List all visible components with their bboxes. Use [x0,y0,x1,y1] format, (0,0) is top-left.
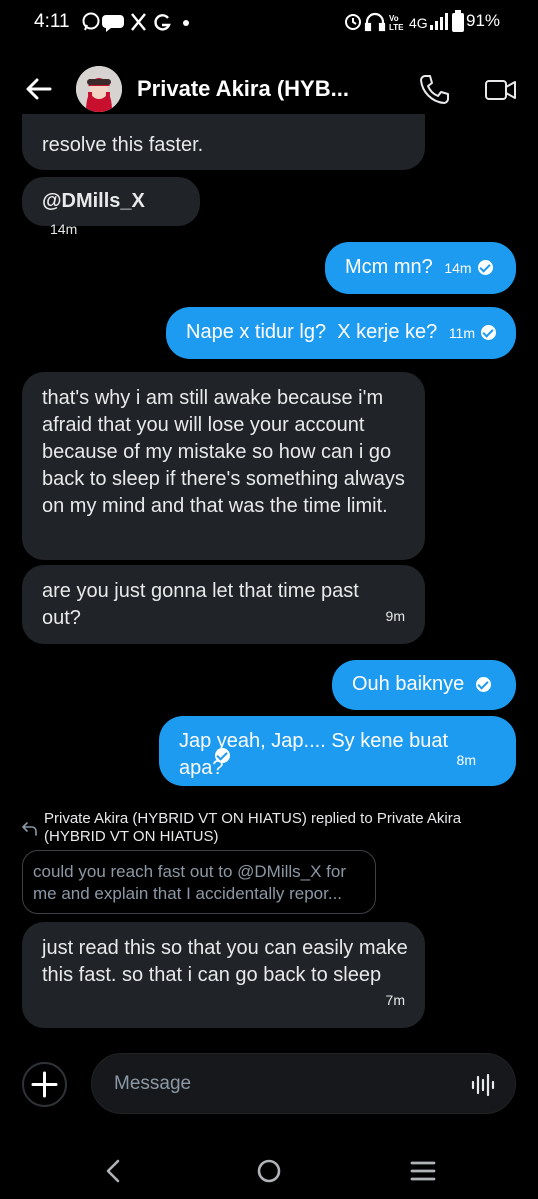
quoted-text: could you reach fast out to @DMills_X fo… [33,862,347,903]
google-icon [154,14,171,31]
volte-icon: Vo [389,14,399,23]
reply-arrow-icon [22,820,38,841]
conversation-title[interactable]: Private Akira (HYB... [137,76,349,102]
read-check-icon [477,260,493,275]
phone-icon [420,75,449,104]
message-time: 9m [385,608,405,624]
message-bubble-received[interactable]: that's why i am still awake because i'm … [22,372,425,560]
status-left-icons [82,11,192,38]
message-text: that's why i am still awake because i'm … [42,387,405,517]
dot-icon [183,20,189,26]
voice-message-button[interactable] [470,1072,496,1098]
read-check-icon [481,325,497,340]
message-time: 14m [50,221,78,237]
video-icon [485,80,516,100]
message-text: resolve this faster. [42,134,204,156]
message-text: are you just gonna let that time past ou… [42,580,359,629]
message-placeholder: Message [114,1073,192,1094]
quoted-message[interactable]: could you reach fast out to @DMills_X fo… [22,850,376,914]
message-time: 11m [448,325,476,341]
signal-icon [430,13,448,30]
message-bubble-sent[interactable]: Ouh baiknye [332,660,516,710]
message-time: 8m [456,752,476,768]
x-icon [131,13,146,31]
message-text: Nape x tidur lg? X kerje ke? [186,321,438,343]
status-right-icons: Vo LTE 4G [344,10,462,39]
battery-percent: 91% [466,11,501,30]
message-bubble-sent[interactable]: Mcm mn? 14m [325,242,516,294]
message-time: 7m [385,992,405,1008]
message-text: @DMills_X [42,190,145,212]
message-text: Mcm mn? [345,256,433,278]
conversation-header: Private Akira (HYB... [0,58,538,122]
chat-icon [102,15,124,32]
back-nav-icon[interactable] [102,1158,124,1189]
read-check-icon [476,677,492,692]
4g-icon: 4G [409,15,428,31]
message-bubble-sent[interactable]: Jap yeah, Jap.... Sy kene buat apa? 8m [159,716,516,786]
svg-text:LTE: LTE [389,23,404,32]
message-input[interactable]: Message [91,1053,516,1114]
message-time: 14m [444,260,472,276]
battery-icon [452,10,464,37]
message-text: Ouh baiknye [352,673,465,695]
message-bubble-received[interactable]: just read this so that you can easily ma… [22,922,425,1028]
message-bubble-received[interactable]: resolve this faster. [22,114,425,170]
headphones-icon [364,12,386,32]
message-bubble-received[interactable]: @DMills_X 14m [22,177,200,237]
status-bar: 4:11 Vo LTE 4G 91% [0,0,538,44]
reply-header: Private Akira (HYBRID VT ON HIATUS) repl… [44,810,462,845]
message-bubble-received[interactable]: are you just gonna let that time past ou… [22,565,425,644]
home-nav-icon[interactable] [256,1158,282,1189]
whatsapp-icon [82,12,100,31]
recents-nav-icon[interactable] [410,1159,436,1188]
avatar[interactable] [76,66,122,112]
back-arrow-icon [26,78,52,100]
message-bubble-sent[interactable]: Nape x tidur lg? X kerje ke? 11m [166,307,516,359]
video-call-button[interactable] [484,75,518,105]
alarm-icon [345,14,361,30]
back-button[interactable] [22,72,56,106]
waveform-icon [471,1073,495,1097]
message-text: just read this so that you can easily ma… [42,937,408,986]
plus-icon [31,1071,58,1098]
read-check-icon [215,748,231,763]
add-attachment-button[interactable] [22,1062,67,1107]
status-time: 4:11 [34,11,70,32]
call-button[interactable] [418,73,450,105]
system-nav-bar [0,1140,538,1199]
